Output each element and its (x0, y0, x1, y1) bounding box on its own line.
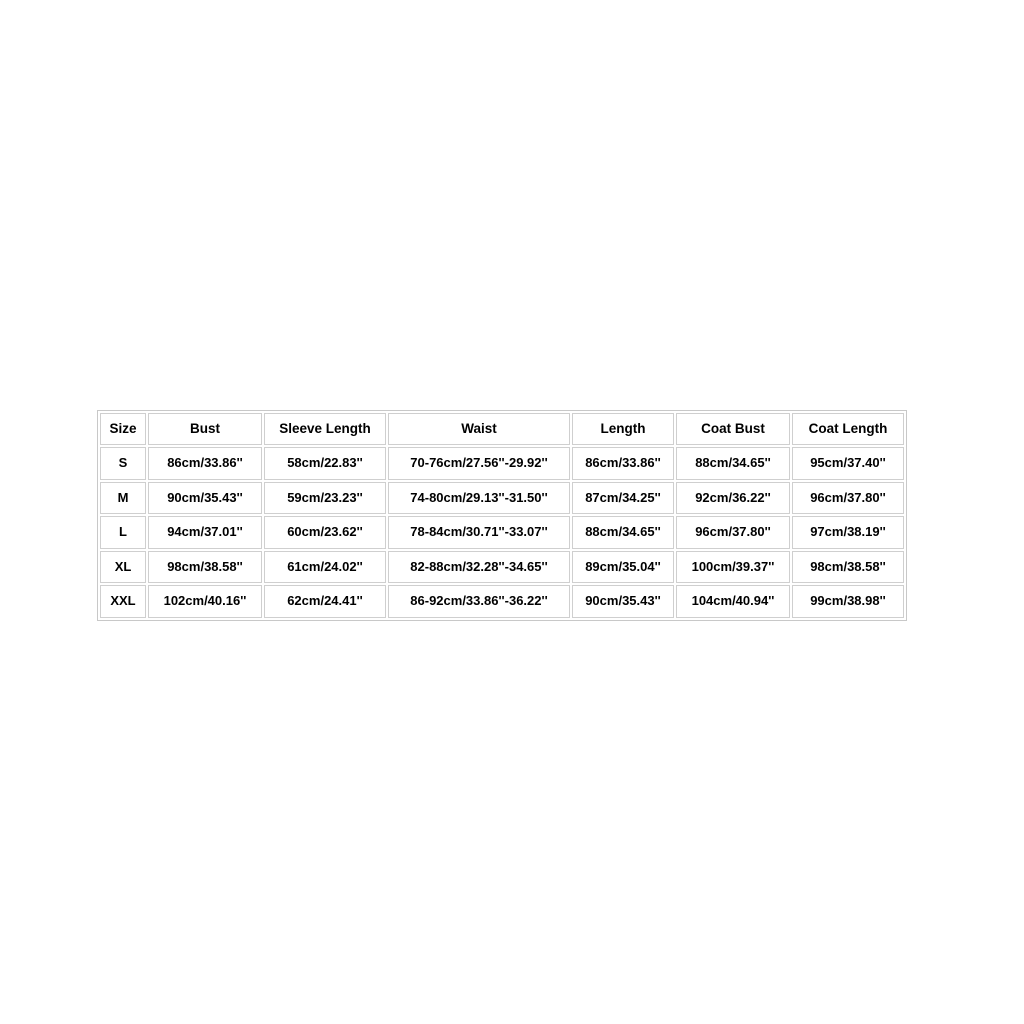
cell-waist: 82-88cm/32.28''-34.65'' (388, 550, 570, 583)
cell-bust: 102cm/40.16'' (148, 585, 262, 618)
table-header-row: Size Bust Sleeve Length Waist Length Coa… (100, 413, 904, 445)
cell-sleeve-length: 60cm/23.62'' (264, 516, 386, 549)
cell-coat-bust: 96cm/37.80'' (676, 516, 790, 549)
cell-coat-length: 98cm/38.58'' (792, 550, 904, 583)
column-header-bust: Bust (148, 413, 262, 445)
column-header-coat-bust: Coat Bust (676, 413, 790, 445)
cell-waist: 70-76cm/27.56''-29.92'' (388, 447, 570, 480)
cell-length: 86cm/33.86'' (572, 447, 674, 480)
column-header-sleeve-length: Sleeve Length (264, 413, 386, 445)
cell-sleeve-length: 61cm/24.02'' (264, 550, 386, 583)
cell-length: 88cm/34.65'' (572, 516, 674, 549)
table-row: XXL 102cm/40.16'' 62cm/24.41'' 86-92cm/3… (100, 585, 904, 618)
table-row: M 90cm/35.43'' 59cm/23.23'' 74-80cm/29.1… (100, 481, 904, 514)
cell-coat-bust: 88cm/34.65'' (676, 447, 790, 480)
cell-size: XXL (100, 585, 146, 618)
cell-waist: 78-84cm/30.71''-33.07'' (388, 516, 570, 549)
cell-sleeve-length: 59cm/23.23'' (264, 481, 386, 514)
cell-coat-length: 97cm/38.19'' (792, 516, 904, 549)
column-header-size: Size (100, 413, 146, 445)
column-header-length: Length (572, 413, 674, 445)
column-header-waist: Waist (388, 413, 570, 445)
size-chart-table: Size Bust Sleeve Length Waist Length Coa… (97, 410, 907, 621)
cell-size: M (100, 481, 146, 514)
cell-waist: 74-80cm/29.13''-31.50'' (388, 481, 570, 514)
cell-coat-bust: 92cm/36.22'' (676, 481, 790, 514)
cell-length: 90cm/35.43'' (572, 585, 674, 618)
cell-bust: 90cm/35.43'' (148, 481, 262, 514)
cell-coat-length: 95cm/37.40'' (792, 447, 904, 480)
table-row: XL 98cm/38.58'' 61cm/24.02'' 82-88cm/32.… (100, 550, 904, 583)
column-header-coat-length: Coat Length (792, 413, 904, 445)
cell-bust: 98cm/38.58'' (148, 550, 262, 583)
cell-size: L (100, 516, 146, 549)
size-chart-container: Size Bust Sleeve Length Waist Length Coa… (97, 410, 907, 621)
cell-sleeve-length: 62cm/24.41'' (264, 585, 386, 618)
cell-waist: 86-92cm/33.86''-36.22'' (388, 585, 570, 618)
cell-coat-bust: 100cm/39.37'' (676, 550, 790, 583)
cell-length: 87cm/34.25'' (572, 481, 674, 514)
cell-bust: 94cm/37.01'' (148, 516, 262, 549)
cell-length: 89cm/35.04'' (572, 550, 674, 583)
table-row: L 94cm/37.01'' 60cm/23.62'' 78-84cm/30.7… (100, 516, 904, 549)
cell-size: XL (100, 550, 146, 583)
cell-size: S (100, 447, 146, 480)
cell-coat-length: 99cm/38.98'' (792, 585, 904, 618)
cell-sleeve-length: 58cm/22.83'' (264, 447, 386, 480)
cell-bust: 86cm/33.86'' (148, 447, 262, 480)
table-row: S 86cm/33.86'' 58cm/22.83'' 70-76cm/27.5… (100, 447, 904, 480)
cell-coat-length: 96cm/37.80'' (792, 481, 904, 514)
cell-coat-bust: 104cm/40.94'' (676, 585, 790, 618)
